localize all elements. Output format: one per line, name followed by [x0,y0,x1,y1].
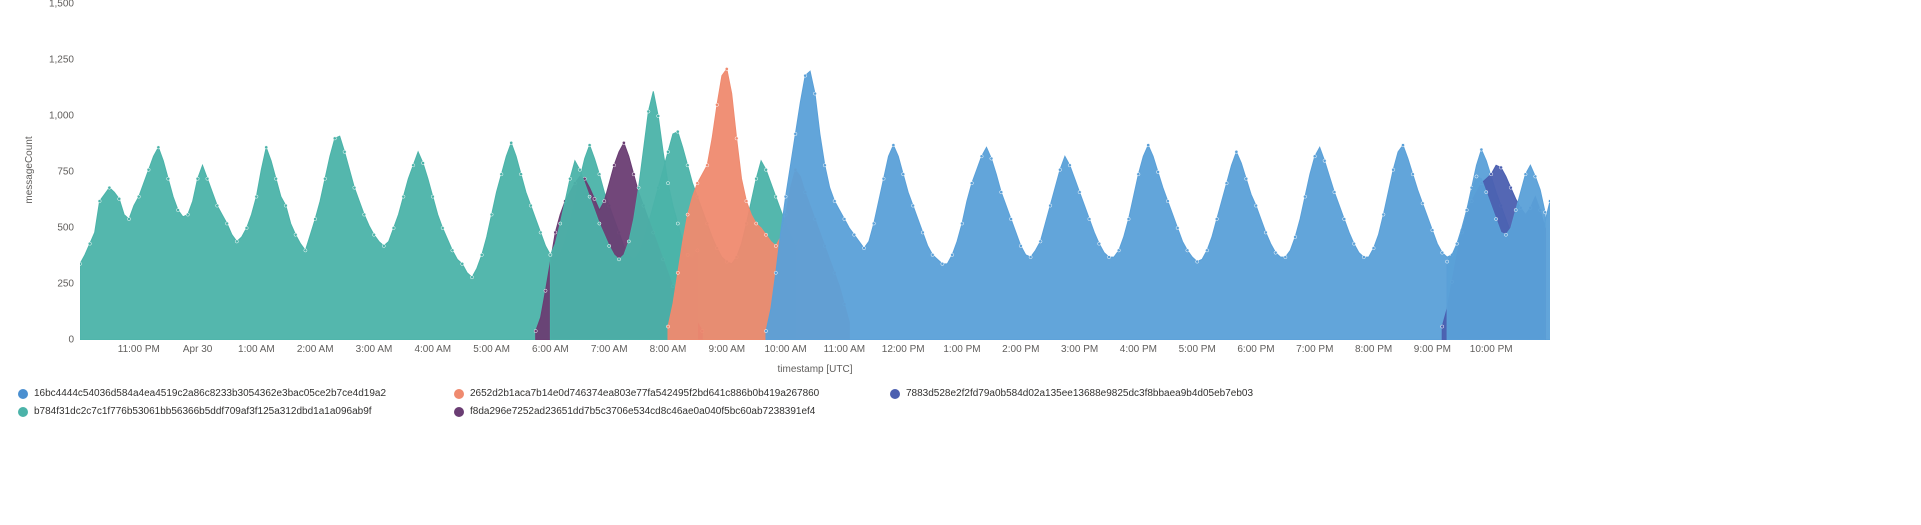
legend-item[interactable]: 7883d528e2f2fd79a0b584d02a135ee13688e982… [890,386,1290,402]
x-tick: 5:00 PM [1179,344,1216,355]
legend-item[interactable]: b784f31dc2c7c1f776b53061bb56366b5ddf709a… [18,404,418,420]
x-tick: 2:00 AM [297,344,334,355]
x-tick: 10:00 PM [1470,344,1513,355]
x-tick: 8:00 AM [650,344,687,355]
chart-container: { "chart_data": { "type": "area", "xlabe… [0,0,1921,525]
legend-swatch [890,389,900,399]
area-chart[interactable]: messageCount 0 250 500 750 1,000 1,250 1,500 1… [0,0,1551,380]
legend-item[interactable]: 2652d2b1aca7b14e0d746374ea803e77fa542495… [454,386,854,402]
y-tick: 750 [57,167,74,178]
legend-swatch [18,389,28,399]
x-tick: 3:00 AM [356,344,393,355]
legend-label: 2652d2b1aca7b14e0d746374ea803e77fa542495… [470,386,819,402]
x-tick: 5:00 AM [473,344,510,355]
y-axis-ticks: 02505007501,0001,2501,500 [40,0,74,340]
x-tick: 8:00 PM [1355,344,1392,355]
x-tick: 11:00 PM [118,344,160,355]
x-tick: 9:00 AM [708,344,745,355]
legend-item[interactable]: 16bc4444c54036d584a4ea4519c2a86c8233b305… [18,386,418,402]
x-tick: 7:00 PM [1296,344,1333,355]
x-tick: 10:00 AM [764,344,806,355]
x-axis-ticks: 11:00 PM Apr 30 1:00 AM 2:00 AM 3:00 AM 4:00 … [80,344,1550,360]
x-tick: 2:00 PM [1002,344,1039,355]
x-tick: 11:00 AM [824,344,866,355]
y-tick: 1,250 [49,55,74,66]
x-tick: 6:00 PM [1237,344,1274,355]
y-tick: 0 [68,335,74,346]
x-tick: 3:00 PM [1061,344,1098,355]
x-tick: 6:00 AM [532,344,569,355]
y-tick: 1,000 [49,111,74,122]
x-tick: 1:00 AM [238,344,275,355]
x-axis-label: timestamp [UTC] [80,364,1550,375]
legend-swatch [454,407,464,417]
legend-swatch [454,389,464,399]
x-tick: 4:00 PM [1120,344,1157,355]
series-area[interactable] [766,71,1550,340]
legend-label: 16bc4444c54036d584a4ea4519c2a86c8233b305… [34,386,386,402]
x-tick: 9:00 PM [1414,344,1451,355]
legend-swatch [18,407,28,417]
legend: 16bc4444c54036d584a4ea4519c2a86c8233b305… [18,386,1533,422]
x-tick: 7:00 AM [591,344,628,355]
legend-label: f8da296e7252ad23651dd7b5c3706e534cd8c46a… [470,404,815,420]
y-tick: 250 [57,279,74,290]
legend-label: 7883d528e2f2fd79a0b584d02a135ee13688e982… [906,386,1253,402]
y-axis-label: messageCount [24,136,35,203]
x-tick: Apr 30 [183,344,212,355]
legend-item[interactable]: f8da296e7252ad23651dd7b5c3706e534cd8c46a… [454,404,854,420]
x-tick: 4:00 AM [414,344,451,355]
x-tick: 1:00 PM [943,344,980,355]
legend-label: b784f31dc2c7c1f776b53061bb56366b5ddf709a… [34,404,372,420]
x-tick: 12:00 PM [882,344,925,355]
plot-area[interactable] [80,4,1550,340]
y-tick: 500 [57,223,74,234]
y-tick: 1,500 [49,0,74,10]
